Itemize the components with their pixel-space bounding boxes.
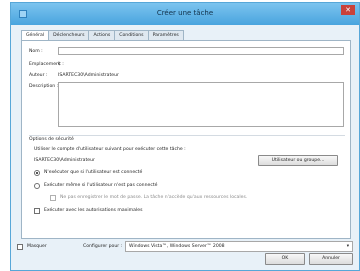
ok-button[interactable]: OK [265, 253, 305, 265]
tab-triggers[interactable]: Déclencheurs [48, 30, 90, 40]
general-panel: Nom : Emplacement : \ Auteur : ISARTEC30… [21, 40, 351, 239]
highest-privileges-label: Exécuter avec les autorisations maximale… [44, 208, 143, 213]
description-textarea[interactable] [58, 82, 344, 127]
author-label: Auteur : [29, 73, 48, 78]
tab-actions[interactable]: Actions [88, 30, 116, 40]
run-whether-label: Exécuter même si l'utilisateur n'est pas… [44, 183, 158, 188]
window-title: Créer une tâche [156, 9, 214, 17]
description-label: Description : [29, 84, 59, 89]
name-label: Nom : [29, 49, 43, 54]
name-input[interactable] [58, 47, 344, 55]
run-whether-radio[interactable] [34, 183, 40, 189]
close-button[interactable]: ✕ [341, 5, 355, 15]
account-value: ISARTEC30\Administrateur [34, 158, 95, 163]
title-bar: Créer une tâche ✕ [11, 3, 359, 25]
change-user-button[interactable]: Utilisateur ou groupe... [258, 155, 338, 166]
author-value: ISARTEC30\Administrateur [58, 73, 119, 78]
run-logged-on-label: N'exécuter que si l'utilisateur est conn… [44, 170, 143, 175]
configure-label: Configurer pour : [83, 244, 123, 249]
hidden-checkbox[interactable] [17, 244, 23, 250]
highest-privileges-checkbox[interactable] [34, 208, 40, 214]
use-account-text: Utiliser le compte d'utilisateur suivant… [34, 147, 186, 152]
hidden-label: Masquer [27, 244, 47, 249]
configure-select-value: Windows Vista™, Windows Server™ 2008 [129, 244, 225, 249]
chevron-down-icon: ▾ [346, 244, 349, 249]
run-logged-on-radio[interactable] [34, 170, 40, 176]
security-heading: Options de sécurité [29, 137, 74, 142]
location-value: \ [58, 62, 60, 67]
no-store-password-checkbox[interactable] [50, 195, 56, 201]
configure-select[interactable]: Windows Vista™, Windows Server™ 2008 ▾ [125, 241, 353, 252]
tab-conditions[interactable]: Conditions [114, 30, 149, 40]
no-store-password-label: Ne pas enregistrer le mot de passe. La t… [60, 195, 248, 200]
tab-settings[interactable]: Paramètres [147, 30, 184, 40]
cancel-button[interactable]: Annuler [309, 253, 353, 265]
create-task-dialog: Créer une tâche ✕ Général Déclencheurs A… [10, 2, 360, 271]
security-divider [29, 135, 345, 136]
